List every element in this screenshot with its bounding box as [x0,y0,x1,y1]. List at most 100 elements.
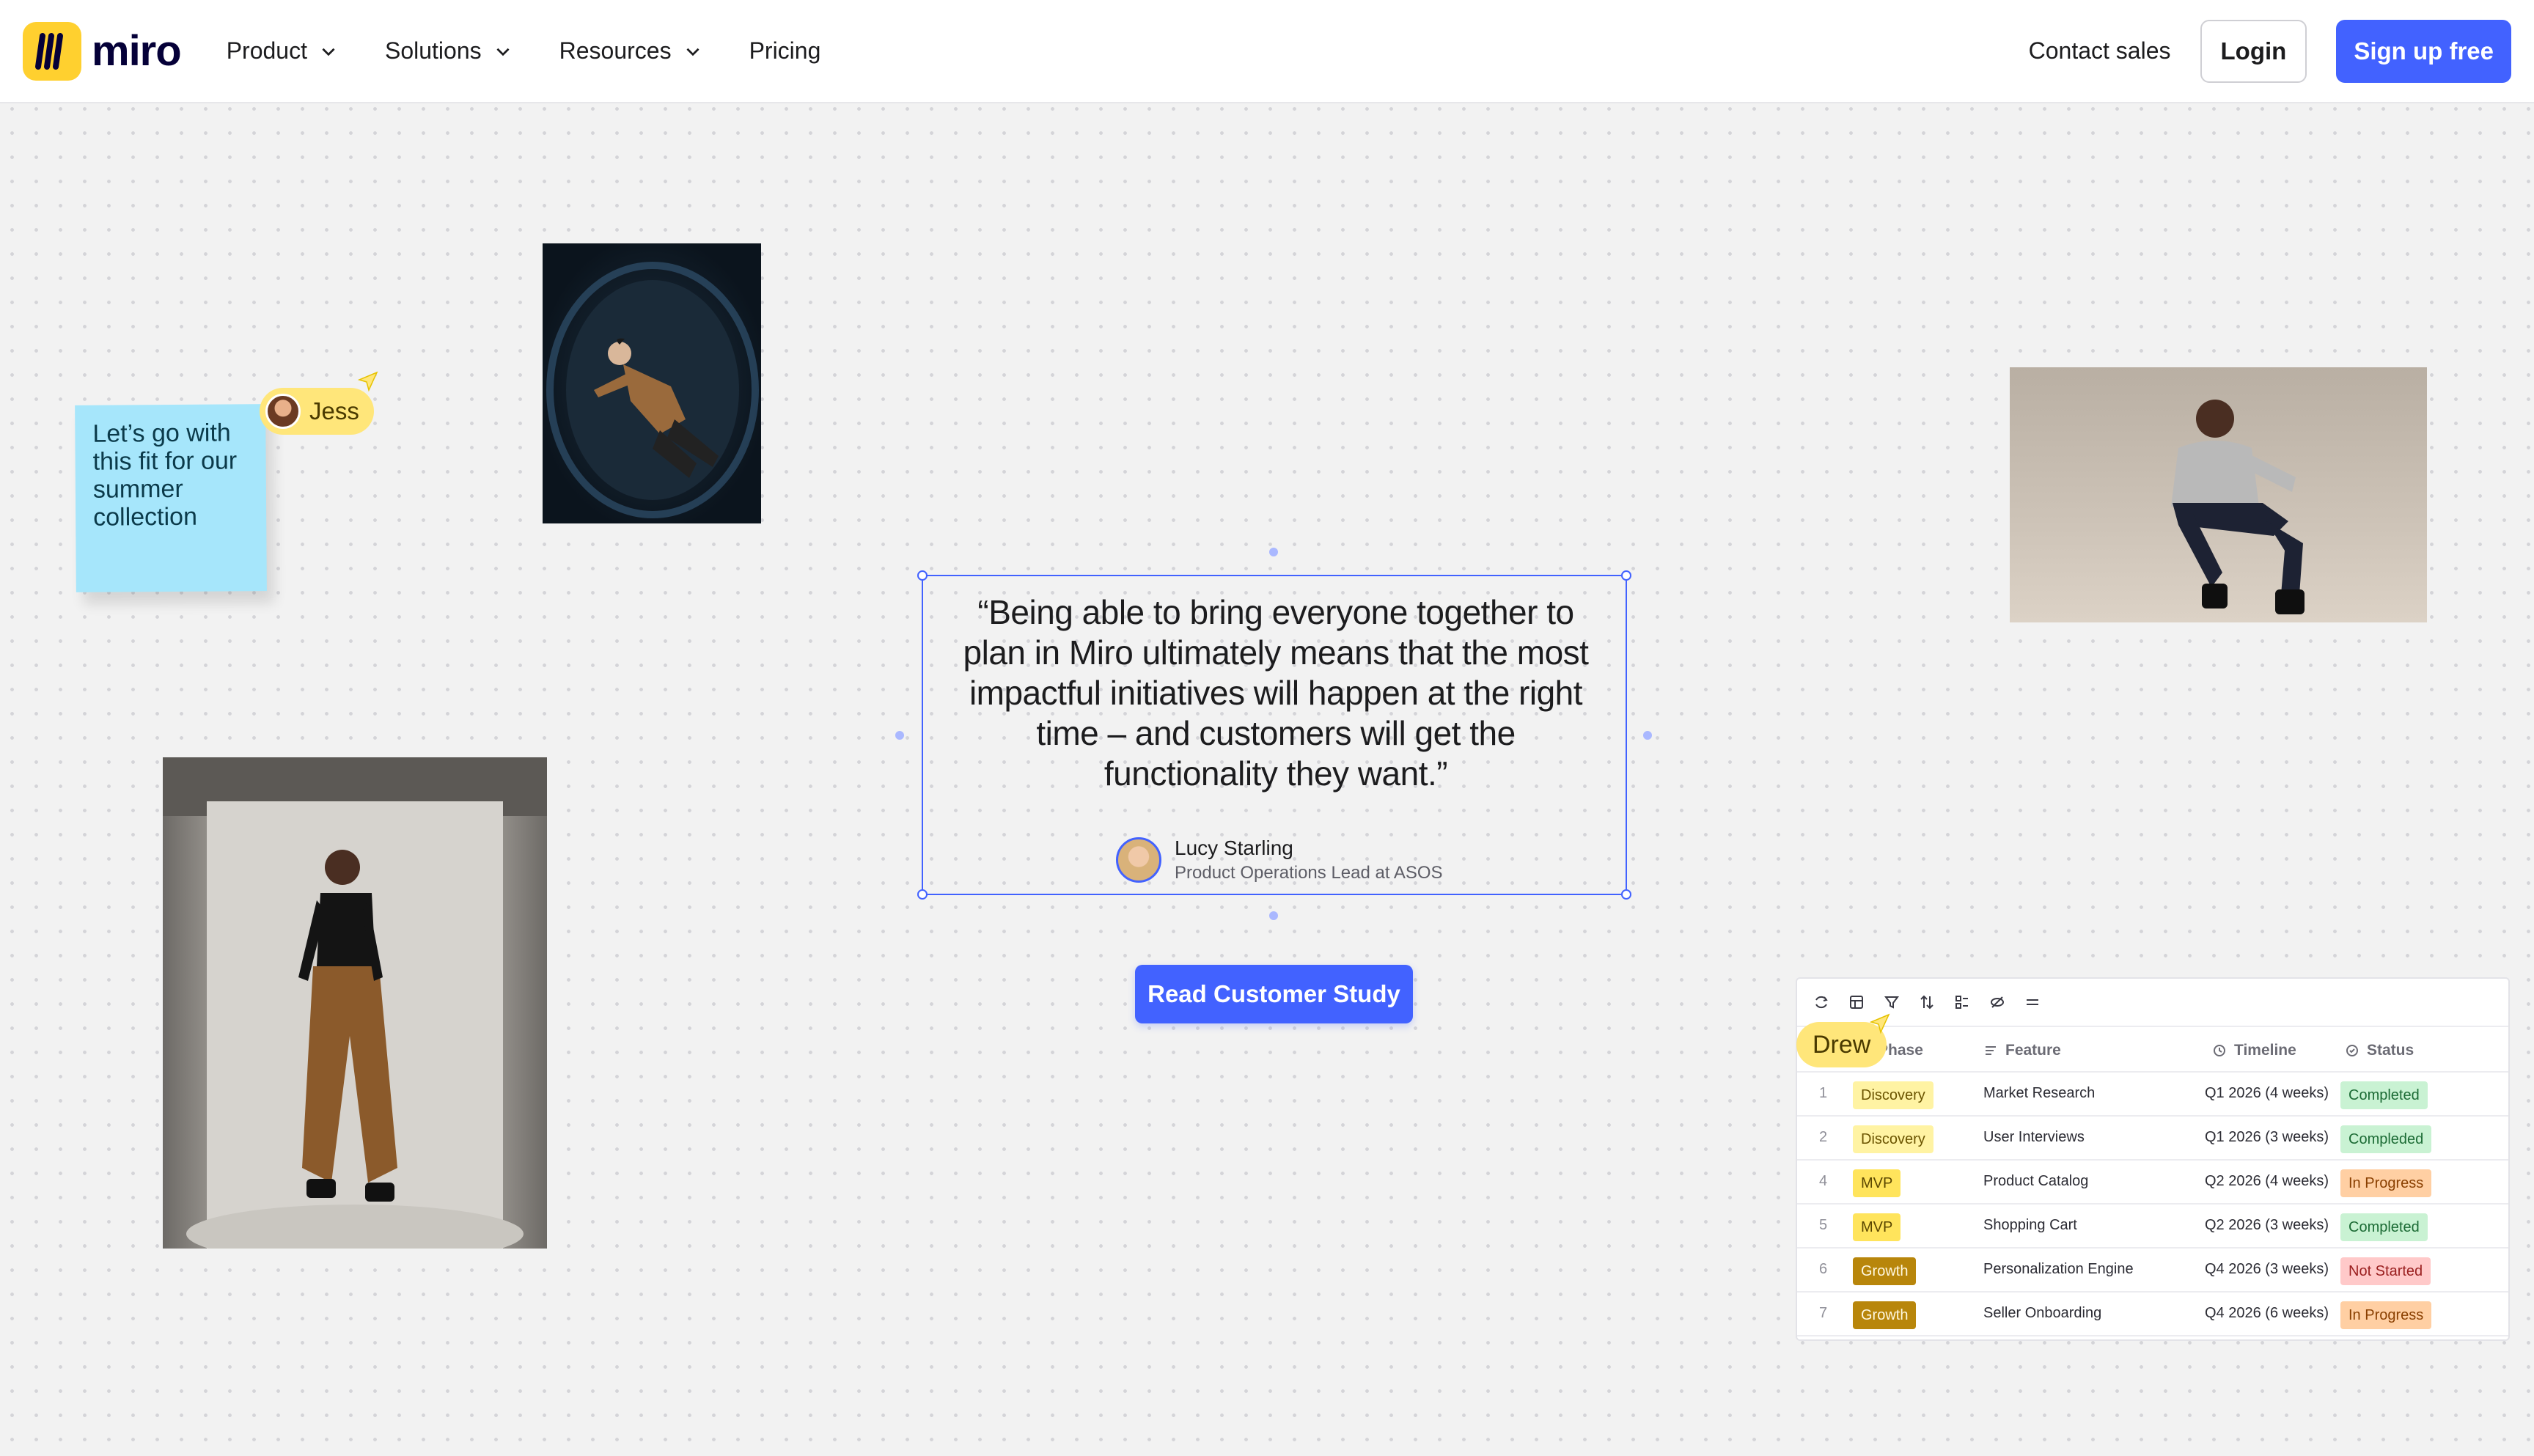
miro-logo[interactable]: miro [23,21,182,81]
phase-pill: Growth [1853,1257,1917,1285]
table-row[interactable]: 5 MVP Shopping Cart Q2 2026 (3 weeks) Co… [1797,1205,2508,1249]
nav-resources-label: Resources [559,37,672,64]
status-badge: In Progress [2340,1169,2432,1197]
photo-man-lying[interactable] [543,243,761,523]
row-number: 4 [1819,1173,1828,1189]
status-badge: Compleded [2340,1125,2432,1153]
sort-icon[interactable] [1919,994,1935,1010]
contact-sales-link[interactable]: Contact sales [2029,37,2171,65]
hide-fields-icon[interactable] [1989,994,2005,1010]
photo-woman-standing[interactable] [163,757,547,1249]
status-field-icon [2346,1045,2358,1056]
chevron-down-icon [496,48,510,56]
frame-connector-dot-left[interactable] [895,731,904,740]
row-height-icon[interactable] [2024,994,2041,1010]
table-toolbar [1797,979,2508,1027]
chevron-down-icon [322,48,335,56]
avatar [265,394,301,429]
column-header-label: Timeline [2234,1042,2296,1059]
frame-connector-dot-right[interactable] [1643,731,1652,740]
status-badge: In Progress [2340,1301,2432,1329]
header-actions: Contact sales Login Sign up free [2029,19,2511,83]
nav-resources[interactable]: Resources [559,37,702,65]
column-header-timeline[interactable]: Timeline [2212,1042,2296,1059]
table-row[interactable]: 6 Growth Personalization Engine Q4 2026 … [1797,1249,2508,1293]
nav-pricing[interactable]: Pricing [749,37,821,65]
cursor-name: Drew [1813,1030,1871,1059]
cursor-pointer-icon [357,371,378,392]
cursor-name: Jess [309,397,359,424]
timeline-cell: Q1 2026 (4 weeks) [2205,1085,2329,1101]
status-badge: Completed [2340,1081,2428,1109]
group-icon[interactable] [1954,994,1970,1010]
photo-woman-standing-illustration [163,757,547,1249]
author-name: Lucy Starling [1175,837,1293,859]
row-number: 7 [1819,1305,1828,1321]
phase-pill: Discovery [1853,1125,1933,1153]
text-field-icon [1986,1046,1996,1055]
feature-cell: Personalization Engine [1983,1261,2134,1277]
feature-cell: Seller Onboarding [1983,1305,2102,1321]
photo-man-lying-illustration [546,262,759,518]
table-layout-icon[interactable] [1848,994,1865,1010]
column-header-label: Status [2367,1042,2414,1059]
nav-product[interactable]: Product [227,37,338,65]
timeline-cell: Q2 2026 (4 weeks) [2205,1173,2329,1189]
phase-pill: MVP [1853,1213,1901,1241]
avatar [1116,837,1161,883]
testimonial-author: Lucy Starling Product Operations Lead at… [1116,837,1443,883]
row-number: 2 [1819,1129,1828,1145]
feature-cell: Shopping Cart [1983,1217,2077,1233]
row-number: 5 [1819,1217,1828,1233]
resize-handle-bottom-left[interactable] [917,889,928,900]
sticky-note[interactable]: Let’s go with this fit for our summer co… [75,404,267,592]
column-header-feature[interactable]: Feature [1983,1042,2061,1059]
frame-connector-dot-top[interactable] [1269,548,1278,556]
status-badge: Not Started [2340,1257,2431,1285]
photo-man-sitting-illustration [2010,367,2427,622]
column-header-label: Feature [2005,1042,2061,1059]
read-customer-study-button[interactable]: Read Customer Study [1135,965,1413,1023]
phase-pill: MVP [1853,1169,1901,1197]
resize-handle-top-left[interactable] [917,570,928,581]
nav-product-label: Product [226,37,307,64]
feature-cell: Market Research [1983,1085,2096,1101]
quote-frame[interactable]: “Being able to bring everyone together t… [917,570,1631,900]
filter-icon[interactable] [1884,994,1900,1010]
table-row[interactable]: 1 Discovery Market Research Q1 2026 (4 w… [1797,1073,2508,1117]
timeline-cell: Q4 2026 (3 weeks) [2205,1261,2329,1277]
timeline-cell: Q1 2026 (3 weeks) [2205,1129,2329,1145]
phase-pill: Discovery [1853,1081,1933,1109]
frame-connector-dot-bottom[interactable] [1269,911,1278,920]
photo-man-sitting[interactable] [2010,367,2427,622]
resize-handle-top-right[interactable] [1621,570,1631,581]
column-header-status[interactable]: Status [2345,1042,2414,1059]
nav-solutions-label: Solutions [384,37,482,64]
table-row[interactable]: 7 Growth Seller Onboarding Q4 2026 (6 we… [1797,1293,2508,1336]
miro-logo-icon [23,21,81,81]
roadmap-table: Phase Feature Timeline Status 1 Discover… [1796,977,2510,1341]
resize-handle-bottom-right[interactable] [1621,889,1631,900]
nav-pricing-label: Pricing [749,37,821,64]
feature-cell: Product Catalog [1983,1173,2089,1189]
clock-icon [2214,1045,2225,1056]
row-number: 1 [1819,1085,1828,1101]
cursor-pointer-icon [1869,1013,1890,1034]
chevron-down-icon [686,48,699,56]
sync-icon[interactable] [1813,994,1829,1010]
timeline-cell: Q4 2026 (6 weeks) [2205,1305,2329,1321]
logo-wordmark: miro [92,27,182,75]
main-nav: Product Solutions Resources Pricing [227,37,868,65]
testimonial-quote: “Being able to bring everyone together t… [963,593,1589,793]
signup-button[interactable]: Sign up free [2336,19,2511,83]
timeline-cell: Q2 2026 (3 weeks) [2205,1217,2329,1233]
nav-solutions[interactable]: Solutions [385,37,513,65]
table-row[interactable]: 2 Discovery User Interviews Q1 2026 (3 w… [1797,1117,2508,1161]
top-navbar: miro Product Solutions Resources Pricing… [0,0,2534,103]
table-row[interactable]: 4 MVP Product Catalog Q2 2026 (4 weeks) … [1797,1161,2508,1205]
row-number: 6 [1819,1261,1828,1277]
collaborator-cursor-jess: Jess [260,388,374,435]
phase-pill: Growth [1853,1301,1917,1329]
feature-cell: User Interviews [1983,1129,2085,1145]
login-button[interactable]: Login [2200,19,2307,83]
